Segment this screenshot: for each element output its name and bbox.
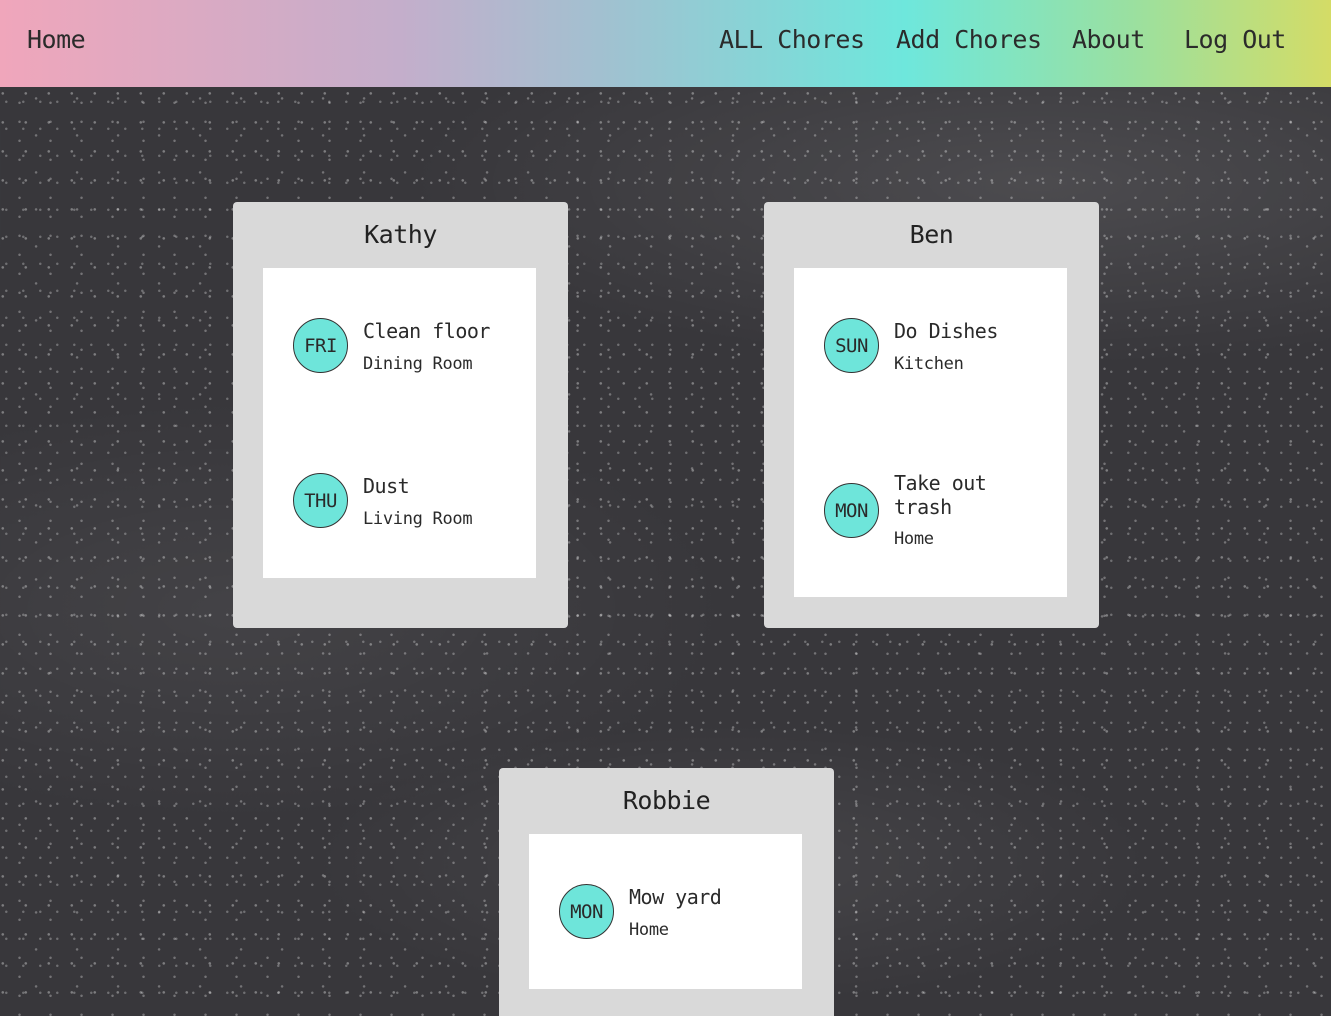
person-name: Ben	[909, 220, 954, 249]
day-badge: MON	[559, 884, 614, 939]
top-navbar: Home ALL Chores Add Chores About Log Out	[0, 0, 1331, 87]
person-name: Kathy	[364, 220, 437, 249]
chore-task: Clean floor	[363, 319, 490, 343]
person-name: Robbie	[622, 786, 711, 815]
nav-add-chores-link[interactable]: Add Chores	[896, 24, 1042, 56]
day-badge: THU	[293, 473, 348, 528]
chore-task: Dust	[363, 474, 410, 498]
chore-task: Mow yard	[629, 885, 722, 909]
chore-room: Living Room	[363, 509, 473, 529]
chore-list: FRI Clean floor Dining Room THU Dust Liv…	[263, 268, 536, 578]
chore-room: Dining Room	[363, 354, 473, 374]
chore-list: MON Mow yard Home	[529, 834, 802, 989]
chore-list: SUN Do Dishes Kitchen MON Take out trash…	[794, 268, 1067, 597]
nav-home-link[interactable]: Home	[27, 24, 86, 56]
nav-all-chores-link[interactable]: ALL Chores	[719, 24, 865, 56]
chore-room: Home	[894, 529, 934, 549]
person-card-kathy: Kathy FRI Clean floor Dining Room THU Du…	[233, 202, 568, 628]
day-badge: FRI	[293, 318, 348, 373]
chore-task: Do Dishes	[894, 319, 998, 343]
nav-log-out-link[interactable]: Log Out	[1184, 24, 1286, 56]
person-card-ben: Ben SUN Do Dishes Kitchen MON Take out t…	[764, 202, 1099, 628]
day-badge: SUN	[824, 318, 879, 373]
chore-task: Take out trash	[894, 471, 987, 519]
nav-about-link[interactable]: About	[1072, 24, 1145, 56]
chore-room: Kitchen	[894, 354, 964, 374]
chore-room: Home	[629, 920, 669, 940]
person-card-robbie: Robbie MON Mow yard Home	[499, 768, 834, 1016]
day-badge: MON	[824, 483, 879, 538]
